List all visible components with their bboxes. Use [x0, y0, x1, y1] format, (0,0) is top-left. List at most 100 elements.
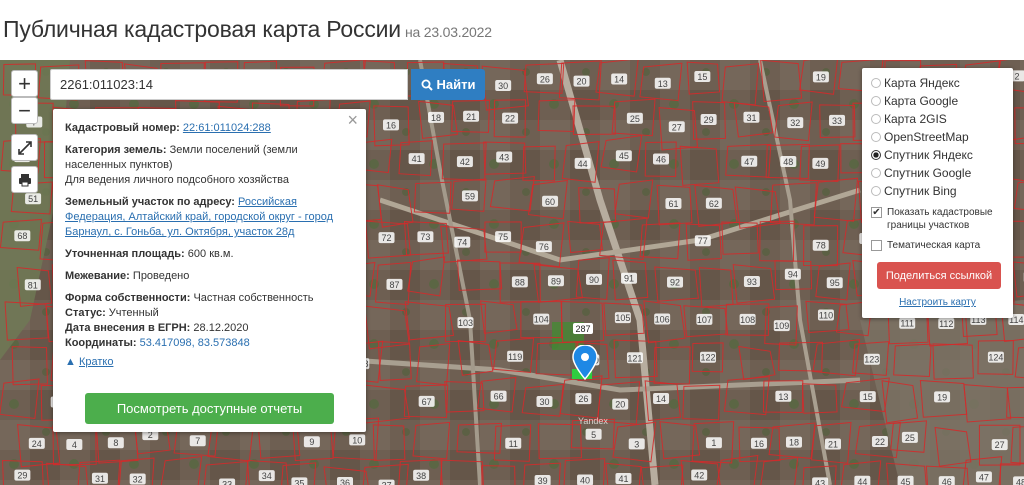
radio-icon[interactable] [871, 150, 881, 160]
parcel-boundary [881, 380, 919, 424]
show-borders-toggle[interactable]: ✔ Показать кадастровые границы участков [871, 206, 1013, 232]
basemap-option[interactable]: Карта Яндекс [871, 74, 1013, 92]
parcel-label: 76 [539, 242, 549, 252]
parcel-boundary [893, 343, 932, 378]
zoom-in-button[interactable]: + [11, 70, 38, 97]
land-category-label: Категория земель: [65, 144, 167, 156]
parcel-label: 1 [711, 438, 716, 448]
parcel-boundary [1012, 261, 1024, 298]
map-attribution: Yandex [578, 416, 608, 426]
view-reports-button[interactable]: Посмотреть доступные отчеты [85, 393, 334, 424]
basemap-option[interactable]: OpenStreetMap [871, 128, 1013, 146]
parcel-boundary [407, 256, 446, 297]
parcel-label: 20 [615, 400, 625, 410]
parcel-label: 27 [672, 122, 682, 132]
parcel-label: 2 [1014, 71, 1019, 81]
parcel-label: 74 [457, 238, 467, 248]
radio-icon[interactable] [871, 168, 881, 178]
parcel-label: 45 [619, 151, 629, 161]
parcel-label: 16 [386, 120, 396, 130]
search-button-label: Найти [436, 77, 476, 92]
parcel-label: 92 [670, 278, 680, 288]
coordinates-row: Координаты: 53.417098, 83.573848 [65, 336, 354, 351]
parcel-label: 27 [995, 440, 1005, 450]
close-icon[interactable]: × [347, 111, 358, 129]
parcel-label: 31 [746, 113, 756, 123]
parcel-info-panel: × Кадастровый номер: 22:61:011024:288 Ка… [53, 109, 366, 432]
radio-icon[interactable] [871, 78, 881, 88]
parcel-label: 88 [515, 277, 525, 287]
expand-icon [17, 140, 32, 155]
parcel-label: 30 [539, 397, 549, 407]
parcel-label: 21 [828, 440, 838, 450]
parcel-boundary [1013, 181, 1024, 211]
coordinates-value[interactable]: 53.417098, 83.573848 [140, 337, 250, 349]
parcel-label: 18 [431, 113, 441, 123]
parcel-boundary [760, 456, 799, 485]
parcel-boundary [416, 343, 451, 386]
parcel-label: 124 [988, 353, 1003, 363]
radio-icon[interactable] [871, 186, 881, 196]
parcel-label: 32 [133, 474, 143, 484]
address-label: Земельный участок по адресу: [65, 196, 235, 208]
share-link-button[interactable]: Поделиться ссылкой [877, 262, 1001, 289]
minus-icon: − [18, 97, 31, 123]
parcel-label: 25 [905, 433, 915, 443]
basemap-option[interactable]: Спутник Google [871, 164, 1013, 182]
checkbox-thematic[interactable] [871, 240, 882, 251]
parcel-label: 45 [901, 477, 911, 485]
zoom-out-button[interactable]: − [11, 97, 38, 124]
search-button[interactable]: Найти [411, 69, 485, 100]
parcel-boundary [723, 376, 770, 416]
parcel-label: 61 [668, 199, 678, 209]
parcel-boundary [457, 339, 494, 376]
parcel-label: 41 [618, 474, 628, 484]
configure-map-link[interactable]: Настроить карту [862, 297, 1013, 308]
cadastral-number-link[interactable]: 22:61:011024:288 [183, 122, 271, 134]
snapshot-date: на 23.03.2022 [404, 24, 492, 40]
basemap-option-label: Карта 2GIS [884, 112, 947, 126]
parcel-label: 66 [494, 392, 504, 402]
parcel-boundary [412, 421, 451, 460]
radio-icon[interactable] [871, 114, 881, 124]
ownership-label: Форма собственности: [65, 292, 191, 304]
parcel-label: 93 [747, 277, 757, 287]
collapse-link[interactable]: ▲ Кратко [65, 355, 354, 370]
parcel-label: 91 [624, 274, 634, 284]
basemap-option[interactable]: Карта Google [871, 92, 1013, 110]
parcel-label: 47 [744, 157, 754, 167]
parcel-boundary [759, 220, 795, 262]
parcel-label: 48 [783, 157, 793, 167]
parcel-label: 68 [17, 231, 27, 241]
parcel-boundary [4, 301, 49, 341]
parcel-label: 13 [778, 392, 788, 402]
parcel-boundary [160, 455, 203, 485]
print-button[interactable] [11, 166, 38, 193]
address-row: Земельный участок по адресу: Российская … [65, 195, 354, 240]
parcel-label: 19 [937, 392, 947, 402]
fullscreen-button[interactable] [11, 134, 38, 161]
basemap-option[interactable]: Карта 2GIS [871, 110, 1013, 128]
thematic-map-toggle[interactable]: Тематическая карта [871, 239, 1013, 252]
cadastral-search-input[interactable] [50, 69, 408, 100]
cadastral-number-row: Кадастровый номер: 22:61:011024:288 [65, 121, 354, 136]
printer-icon [18, 173, 31, 186]
parcel-label: 30 [498, 81, 508, 91]
radio-icon[interactable] [871, 96, 881, 106]
plus-icon: + [18, 70, 31, 96]
parcel-label: 122 [700, 353, 715, 363]
radio-icon[interactable] [871, 132, 881, 142]
parcel-label: 7 [195, 436, 200, 446]
basemap-option[interactable]: Спутник Bing [871, 182, 1013, 200]
parcel-label: 32 [790, 118, 800, 128]
basemap-option[interactable]: Спутник Яндекс [871, 146, 1013, 164]
location-pin-icon[interactable] [572, 344, 598, 388]
parcel-boundary [638, 464, 684, 485]
parcel-boundary [963, 384, 1012, 423]
parcel-label: 107 [697, 315, 712, 325]
parcel-label: 67 [422, 397, 432, 407]
parcel-boundary [537, 99, 576, 133]
checkbox-borders[interactable]: ✔ [871, 207, 882, 218]
parcel-boundary [716, 454, 759, 485]
parcel-label: 121 [627, 353, 642, 363]
